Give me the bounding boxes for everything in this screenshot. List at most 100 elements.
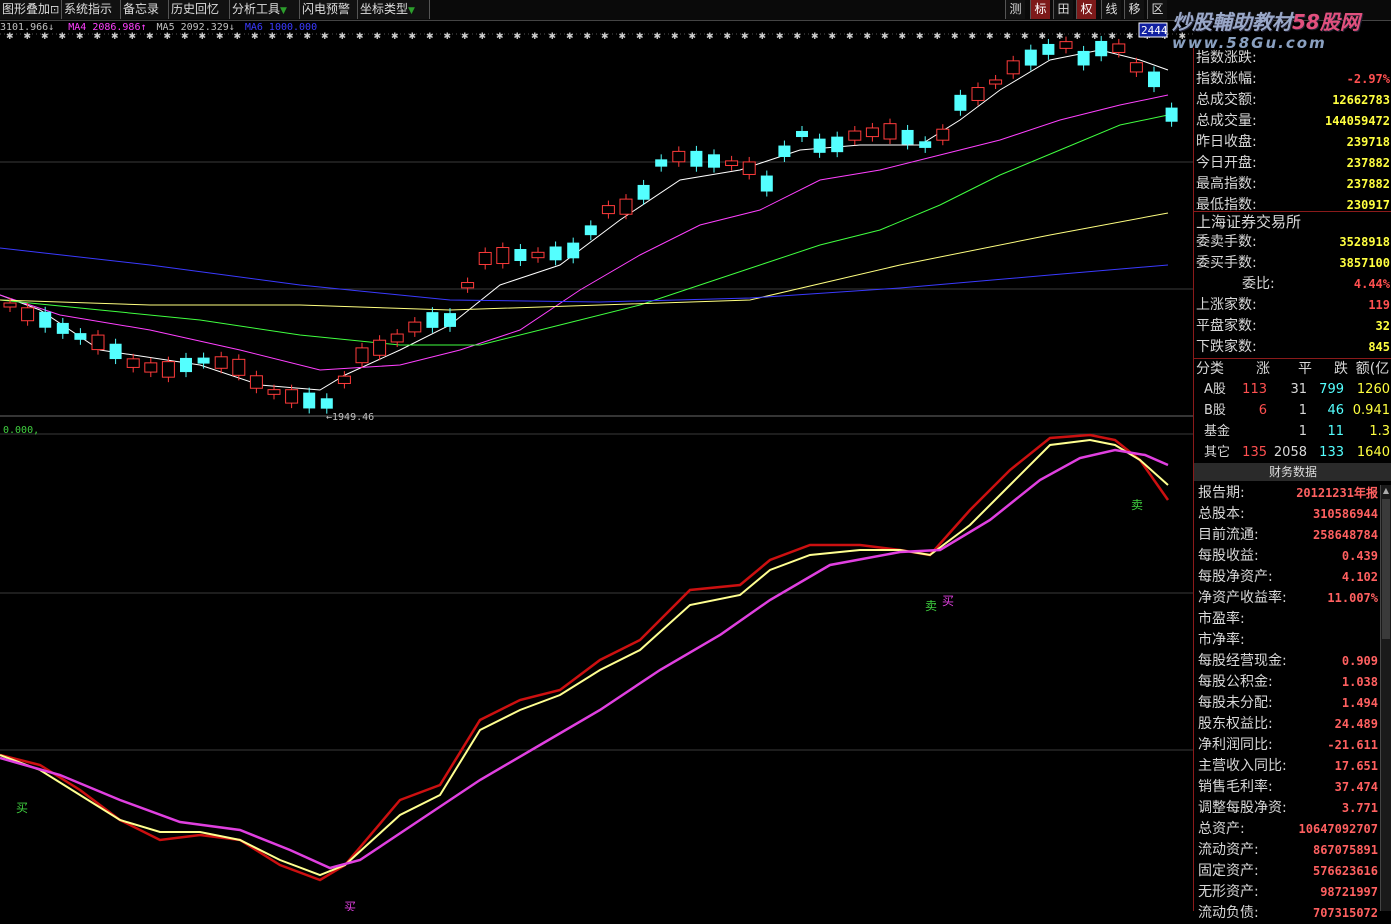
financial-row: 每股未分配: 1.494 bbox=[1194, 693, 1380, 714]
candle-down bbox=[637, 184, 650, 200]
category-amount: 1640 bbox=[1356, 445, 1390, 460]
index-label: 总成交量: bbox=[1196, 113, 1257, 129]
candle-down bbox=[655, 159, 668, 167]
analysis-tools-button[interactable]: 分析工具▼ bbox=[230, 0, 300, 19]
candle-up bbox=[1129, 62, 1143, 73]
financial-value: 0.909 bbox=[1341, 654, 1378, 668]
ma-line-yellow bbox=[0, 212, 1169, 311]
category-row: 基金 1 11 1.3 bbox=[1194, 421, 1391, 442]
index-row: 昨日收盘: 239718 bbox=[1194, 132, 1391, 153]
candle-up bbox=[619, 198, 633, 215]
memo-label: 备忘录 bbox=[123, 2, 160, 16]
financial-row: 每股净资产: 4.102 bbox=[1194, 567, 1380, 588]
move-button[interactable]: 移 bbox=[1124, 0, 1144, 19]
financial-label: 总股本: bbox=[1198, 506, 1245, 522]
event-marker-icon: ✱ bbox=[496, 32, 504, 42]
candle-up bbox=[232, 358, 246, 376]
line-button[interactable]: 线 bbox=[1101, 0, 1121, 19]
indicator-line-magenta bbox=[0, 448, 1169, 870]
financial-row: 市盈率: bbox=[1194, 609, 1380, 630]
rights-button[interactable]: 权 bbox=[1076, 0, 1096, 19]
category-down: 133 bbox=[1319, 445, 1344, 460]
financial-value: 24.489 bbox=[1334, 717, 1378, 731]
financial-label: 固定资产: bbox=[1198, 863, 1259, 879]
info-panel: 指数涨跌: 指数涨幅: -2.97% 总成交额: 12662783 总成交量: … bbox=[1193, 48, 1391, 921]
category-flat: 1 bbox=[1298, 424, 1307, 439]
candle-down bbox=[320, 398, 333, 409]
financial-row: 每股经营现金: 0.909 bbox=[1194, 651, 1380, 672]
event-marker-icon: ✱ bbox=[759, 32, 767, 42]
event-marker-icon: ✱ bbox=[1074, 32, 1082, 42]
candle-up bbox=[21, 307, 35, 322]
event-marker-icon: ✱ bbox=[426, 32, 434, 42]
market-label: 平盘家数: bbox=[1196, 318, 1257, 334]
mark-button[interactable]: 标 bbox=[1030, 0, 1050, 19]
candle-down bbox=[303, 392, 316, 409]
candle-down bbox=[796, 130, 808, 138]
market-label: 委买手数: bbox=[1196, 255, 1257, 271]
event-marker-icon: ✱ bbox=[881, 32, 889, 42]
scroll-thumb[interactable] bbox=[1382, 499, 1390, 639]
candle-up bbox=[601, 205, 615, 215]
candle-up bbox=[971, 87, 985, 101]
coordinate-type-button[interactable]: 坐标类型▼ bbox=[358, 0, 430, 19]
candle-up bbox=[355, 347, 369, 364]
event-marker-icon: ✱ bbox=[1021, 32, 1029, 42]
chart-area[interactable]: ✱ ✱ ✱ ✱ ✱ ✱ ✱ ✱ ✱ ✱ ✱ ✱ ✱ ✱ ✱ ✱ ✱ ✱ ✱ ✱ ✱ ✱ ✱ ✱ ✱ ✱ ✱ ✱ ✱ ✱ ✱ ✱ ✱ ✱ ✱ ✱ ✱ ✱ ✱ ✱… bbox=[0, 20, 1193, 914]
financial-row: 主营收入同比: 17.651 bbox=[1194, 756, 1380, 777]
financial-scrollbar[interactable]: ▲ bbox=[1380, 485, 1391, 911]
candle-down bbox=[56, 322, 69, 334]
history-button[interactable]: 历史回忆 bbox=[169, 0, 230, 19]
candle-down bbox=[1024, 49, 1037, 66]
memo-button[interactable]: 备忘录 bbox=[121, 0, 169, 19]
candle-down bbox=[567, 242, 580, 259]
measure-button[interactable]: 测 bbox=[1005, 0, 1025, 19]
financial-title[interactable]: 财务数据 bbox=[1194, 463, 1391, 481]
flash-alert-button[interactable]: 闪电预警 bbox=[300, 0, 358, 19]
financial-label: 净资产收益率: bbox=[1198, 590, 1287, 606]
line-label: 线 bbox=[1105, 2, 1118, 16]
event-marker-icon: ✱ bbox=[951, 32, 959, 42]
financial-value: 1.494 bbox=[1341, 696, 1378, 710]
ma-readout-bar: 3101.966↓ MA4 2086.986↑ MA5 2092.329↓ MA… bbox=[0, 21, 317, 34]
candle-up bbox=[883, 123, 897, 140]
event-marker-icon: ✱ bbox=[514, 32, 522, 42]
candle-up bbox=[672, 150, 686, 163]
financial-label: 每股收益: bbox=[1198, 548, 1259, 564]
candle-down bbox=[778, 145, 791, 157]
market-row: 委卖手数: 3528918 bbox=[1194, 232, 1391, 253]
grid-button[interactable]: 田 bbox=[1053, 0, 1073, 19]
candle-down bbox=[919, 141, 932, 148]
market-value: 845 bbox=[1368, 340, 1390, 354]
overlay-button[interactable]: 图形叠加⊡ bbox=[0, 0, 62, 19]
ma-line-blue bbox=[0, 247, 1169, 303]
candle-up bbox=[848, 130, 862, 141]
event-marker-icon: ✱ bbox=[636, 32, 644, 42]
candle-down bbox=[813, 138, 826, 153]
financial-value: 98721997 bbox=[1320, 885, 1378, 899]
event-marker-icon: ✱ bbox=[1091, 32, 1099, 42]
candlestick-chart[interactable]: ✱ ✱ ✱ ✱ ✱ ✱ ✱ ✱ ✱ ✱ ✱ ✱ ✱ ✱ ✱ ✱ ✱ ✱ ✱ ✱ ✱ ✱ ✱ ✱ ✱ ✱ ✱ ✱ ✱ ✱ ✱ ✱ ✱ ✱ ✱ ✱ ✱ ✱ ✱ ✱… bbox=[0, 20, 1193, 914]
category-flat: 31 bbox=[1290, 382, 1307, 397]
index-row: 今日开盘: 237882 bbox=[1194, 153, 1391, 174]
candle-down bbox=[109, 343, 122, 360]
mark-label: 标 bbox=[1034, 2, 1047, 16]
market-row: 上涨家数: 119 bbox=[1194, 295, 1391, 316]
financial-value: 10647092707 bbox=[1298, 822, 1378, 836]
market-row: 委比: 4.44% bbox=[1194, 274, 1391, 295]
candle-up bbox=[478, 251, 492, 265]
signal-buy: 买 bbox=[942, 594, 954, 608]
financial-value: 4.102 bbox=[1341, 570, 1378, 584]
index-label: 指数涨幅: bbox=[1196, 71, 1257, 87]
watermark-title-a: 炒股輔助教材 bbox=[1172, 10, 1292, 34]
system-indicator-button[interactable]: 系统指示 bbox=[62, 0, 121, 19]
candle-up bbox=[1006, 60, 1020, 75]
candle-down bbox=[1148, 71, 1160, 88]
candle-up bbox=[161, 361, 175, 378]
candle-up bbox=[936, 128, 950, 141]
category-name: 其它 bbox=[1204, 445, 1231, 460]
event-marker-icon: ✱ bbox=[444, 32, 452, 42]
scroll-up-icon[interactable]: ▲ bbox=[1381, 485, 1391, 497]
financial-value: 1.038 bbox=[1341, 675, 1378, 689]
index-row: 指数涨幅: -2.97% bbox=[1194, 69, 1391, 90]
